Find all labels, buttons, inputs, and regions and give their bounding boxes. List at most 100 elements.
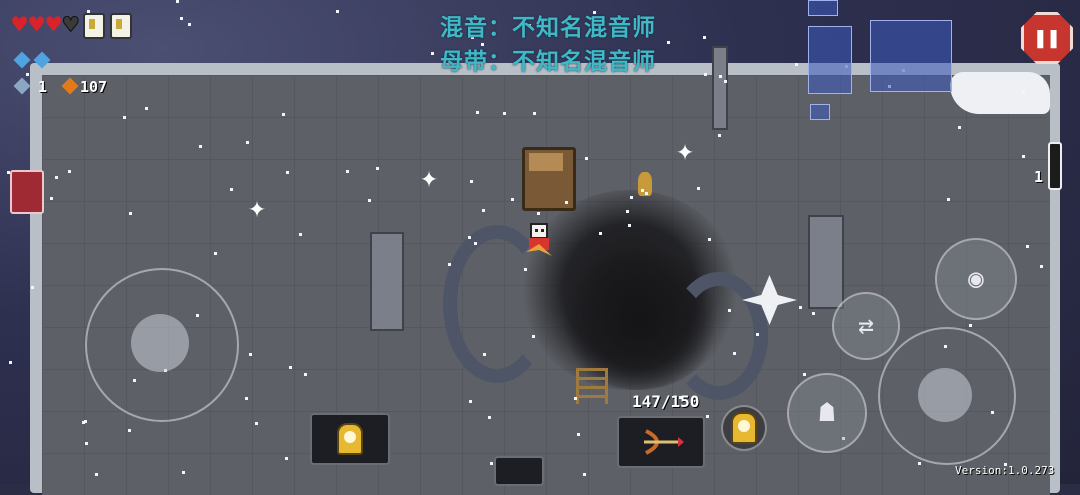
snowflake [26, 73, 29, 76]
snowflake [795, 63, 798, 66]
snowflake [304, 373, 307, 376]
subtitle-line-2: 母带：不知名混音师 [440, 49, 656, 75]
sparkle-icon: ✦ [676, 133, 695, 168]
snowflake [470, 180, 473, 183]
snowflake [490, 462, 493, 465]
snowflake [249, 353, 252, 356]
heart-empty-icon: ♥ [63, 10, 79, 39]
snowflake [85, 442, 88, 445]
snowflake [511, 198, 514, 201]
snowflake [585, 157, 588, 160]
snowflake [667, 41, 670, 44]
snowflake [718, 134, 721, 137]
snowflake [282, 113, 285, 116]
ammo-counter: 147/150 [632, 392, 700, 411]
snowflake [1022, 155, 1025, 158]
minimap-current-room [870, 20, 952, 92]
snowflake [214, 252, 217, 255]
snowflake [724, 80, 727, 83]
snowflake [255, 422, 258, 425]
snowflake [630, 196, 633, 199]
snowflake [50, 197, 53, 200]
character-skill-button[interactable]: ☗ [787, 373, 867, 453]
clock-item-icon [731, 412, 757, 444]
broken-pillar [370, 232, 404, 331]
snowflake [95, 473, 98, 476]
snowflake [641, 189, 644, 192]
snowflake [524, 268, 527, 271]
sparkle-icon: ✦ [420, 160, 439, 195]
snowflake [812, 312, 815, 315]
snowflake [285, 457, 288, 460]
version-label: Version:1.0.273 [955, 464, 1055, 477]
snowflake [918, 462, 921, 465]
snowflake [756, 333, 759, 336]
stone-serpent-statue [670, 272, 768, 400]
snowflake [431, 52, 434, 55]
snowflake [474, 242, 477, 245]
snowflake [9, 361, 12, 364]
snowflake [448, 263, 451, 266]
snowflake [123, 116, 126, 119]
snowflake [68, 170, 71, 173]
snowflake [376, 167, 379, 170]
snowflake [645, 192, 648, 195]
snowflake [469, 400, 472, 403]
clock-item-button[interactable] [721, 405, 767, 451]
key-count: 1 [38, 78, 48, 96]
snowflake [708, 238, 711, 241]
snowflake [599, 232, 602, 235]
gem-count: 107 [80, 78, 108, 96]
snowflake [703, 36, 706, 39]
snowflake [583, 473, 586, 476]
pause-button[interactable]: ❚❚ [1021, 12, 1073, 64]
potion-icon [1048, 142, 1062, 190]
snowflake [1026, 245, 1029, 248]
snowflake [1022, 90, 1025, 93]
snowflake [574, 397, 577, 400]
snowflake [299, 233, 302, 236]
inventory-slot[interactable] [494, 456, 544, 486]
snowflake [767, 305, 770, 308]
snowflake [286, 171, 289, 174]
snowflake [697, 187, 700, 190]
snowflake [803, 373, 806, 376]
weapon-slot[interactable] [617, 416, 705, 468]
minimap-room [808, 26, 852, 94]
armor-shield-icon [110, 13, 133, 39]
snowflake [182, 471, 185, 474]
ladder-exit[interactable] [576, 368, 608, 404]
snowflake [245, 397, 248, 400]
player-knight [524, 222, 554, 262]
broken-pillar [808, 215, 844, 309]
item-slot[interactable] [310, 413, 390, 465]
subtitle-line-1: 混音：不知名混音师 [440, 15, 656, 41]
aim-joystick-knob[interactable] [918, 368, 972, 422]
snowflake [626, 210, 629, 213]
snowflake [733, 352, 736, 355]
skill-button[interactable]: ◉ [935, 238, 1017, 320]
snowflake [628, 224, 631, 227]
snowflake [503, 112, 506, 115]
armor-shield-icon [83, 13, 106, 39]
snowflake [55, 176, 58, 179]
snowflake [728, 309, 731, 312]
snowflake [577, 433, 580, 436]
swap-weapon-button[interactable]: ⇄ [832, 292, 900, 360]
snowflake [947, 198, 950, 201]
snowflake [1040, 265, 1043, 268]
heart-full-icon: ♥ [29, 10, 45, 39]
snowflake [180, 17, 183, 20]
snowflake [246, 141, 249, 144]
heart-full-icon: ♥ [12, 10, 28, 39]
move-joystick-knob[interactable] [131, 314, 189, 372]
snowflake [483, 353, 486, 356]
heart-full-icon: ♥ [46, 10, 62, 39]
snowflake [31, 286, 34, 289]
spellbook-button[interactable] [10, 170, 44, 214]
snowflake [230, 188, 233, 191]
snowflake [82, 421, 85, 424]
snowflake [368, 199, 371, 202]
snowflake [719, 75, 722, 78]
snowflake [289, 366, 292, 369]
